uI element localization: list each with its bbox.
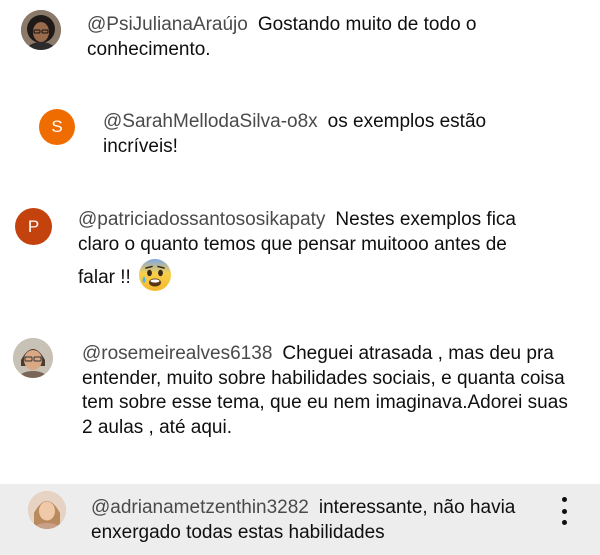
avatar[interactable] xyxy=(13,338,53,378)
avatar[interactable] xyxy=(21,10,61,50)
avatar[interactable] xyxy=(28,491,66,529)
comment-author[interactable]: @PsiJulianaAraújo xyxy=(87,14,248,35)
more-vert-icon[interactable] xyxy=(556,497,572,525)
avatar-photo-icon xyxy=(28,491,66,529)
comment-author[interactable]: @adrianametzenthin3282 xyxy=(91,497,309,518)
anxious-face-emoji-icon xyxy=(137,257,173,301)
comment-author[interactable]: @rosemeirealves6138 xyxy=(82,343,272,364)
avatar-photo-icon xyxy=(13,338,53,378)
comment-author[interactable]: @SarahMellodaSilva-o8x xyxy=(103,111,318,132)
avatar-letter: S xyxy=(51,117,63,136)
avatar-photo-icon xyxy=(21,10,61,50)
avatar-letter: P xyxy=(27,216,40,236)
avatar[interactable]: S xyxy=(39,109,75,145)
comment-author[interactable]: @patriciadossantososikapaty xyxy=(78,209,325,230)
avatar[interactable]: P xyxy=(15,208,52,245)
